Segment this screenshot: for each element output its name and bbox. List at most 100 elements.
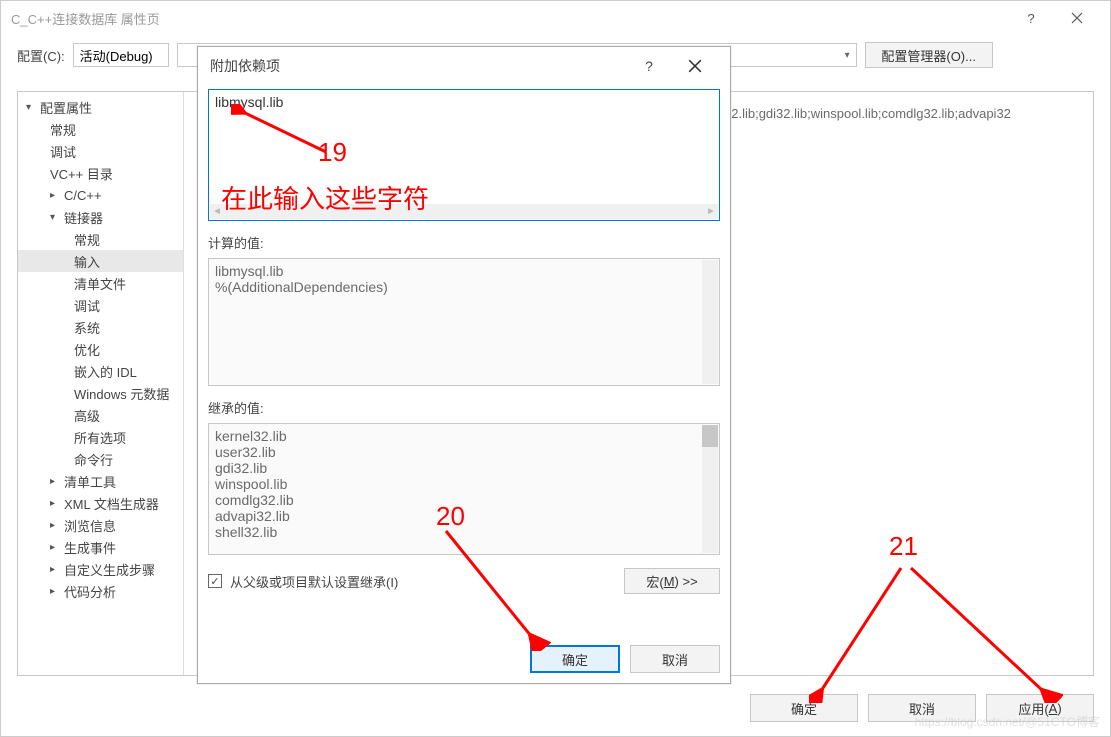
tree-item-label: 优化 (74, 340, 100, 359)
tree-item-label: 生成事件 (64, 538, 116, 557)
triangle-down-icon: ▾ (50, 212, 62, 223)
chevron-down-icon: ▾ (845, 50, 850, 61)
tree-item-label: 代码分析 (64, 582, 116, 601)
h-scrollbar[interactable]: ◄► (210, 204, 718, 219)
main-close-button[interactable] (1054, 1, 1100, 35)
main-ok-button[interactable]: 确定 (750, 694, 858, 722)
close-icon (1071, 12, 1083, 24)
inherit-checkbox-label: 从父级或项目默认设置继承(I) (230, 572, 616, 591)
modal-titlebar: 附加依赖项 ? (198, 47, 730, 85)
tree-item[interactable]: 调试 (18, 294, 183, 316)
tree-item-label: 浏览信息 (64, 516, 116, 535)
modal-body: libmysql.lib ◄► 计算的值: libmysql.lib%(Addi… (198, 85, 730, 635)
tree-item-label: 调试 (74, 296, 100, 315)
tree-item[interactable]: ▸清单工具 (18, 470, 183, 492)
computed-value-line: %(AdditionalDependencies) (215, 279, 713, 295)
modal-help-button[interactable]: ? (626, 50, 672, 82)
modal-close-button[interactable] (672, 50, 718, 82)
additional-deps-value: 32.lib;gdi32.lib;winspool.lib;comdlg32.l… (724, 106, 1011, 121)
tree-item[interactable]: 系统 (18, 316, 183, 338)
tree-item[interactable]: 命令行 (18, 448, 183, 470)
tree-item[interactable]: 高级 (18, 404, 183, 426)
inherited-value-line: gdi32.lib (215, 460, 713, 476)
tree-item[interactable]: 调试 (18, 140, 183, 162)
inherited-values-box: kernel32.libuser32.libgdi32.libwinspool.… (208, 423, 720, 555)
tree-item-label: 常规 (50, 120, 76, 139)
computed-value-line: libmysql.lib (215, 263, 713, 279)
inherit-checkbox[interactable]: ✓ (208, 574, 222, 588)
inherited-value-line: winspool.lib (215, 476, 713, 492)
inherited-label: 继承的值: (208, 398, 720, 417)
close-icon (688, 59, 702, 73)
modal-cancel-button[interactable]: 取消 (630, 645, 720, 673)
tree-item[interactable]: 常规 (18, 118, 183, 140)
additional-deps-dialog: 附加依赖项 ? libmysql.lib ◄► 计算的值: libmysql.l… (197, 46, 731, 684)
inherited-value-line: comdlg32.lib (215, 492, 713, 508)
macro-button[interactable]: 宏(M) >> (624, 568, 720, 594)
inherited-value-line: kernel32.lib (215, 428, 713, 444)
tree-item[interactable]: Windows 元数据 (18, 382, 183, 404)
v-scrollbar[interactable] (702, 260, 718, 384)
property-pages-window: C_C++连接数据库 属性页 ? 配置(C): 活动(Debug) ▾ 配置管理… (0, 0, 1111, 737)
tree-item[interactable]: ▸XML 文档生成器 (18, 492, 183, 514)
tree-item[interactable]: ▸浏览信息 (18, 514, 183, 536)
triangle-right-icon: ▸ (50, 498, 62, 509)
tree-item[interactable]: ▾链接器 (18, 206, 183, 228)
tree-item[interactable]: ▸代码分析 (18, 580, 183, 602)
config-combo-value: 活动(Debug) (80, 46, 162, 65)
tree-item-label: 清单文件 (74, 274, 126, 293)
tree-item-label: 常规 (74, 230, 100, 249)
tree-item-label: 嵌入的 IDL (74, 362, 137, 381)
tree-item-label: 输入 (74, 252, 100, 271)
tree-item-label: Windows 元数据 (74, 384, 169, 403)
tree-item-label: 高级 (74, 406, 100, 425)
tree-item[interactable]: 嵌入的 IDL (18, 360, 183, 382)
main-titlebar: C_C++连接数据库 属性页 ? (1, 1, 1110, 35)
v-scrollbar[interactable] (702, 425, 718, 553)
tree-item-label: 命令行 (74, 450, 113, 469)
triangle-right-icon: ▸ (50, 476, 62, 487)
main-window-title: C_C++连接数据库 属性页 (11, 9, 1008, 28)
tree-item[interactable]: 清单文件 (18, 272, 183, 294)
tree-item[interactable]: 优化 (18, 338, 183, 360)
deps-input-value: libmysql.lib (215, 94, 283, 110)
computed-values-box: libmysql.lib%(AdditionalDependencies) (208, 258, 720, 386)
inherited-value-line: advapi32.lib (215, 508, 713, 524)
tree-item-label: XML 文档生成器 (64, 494, 159, 513)
tree-item-label: 清单工具 (64, 472, 116, 491)
tree-item[interactable]: 输入 (18, 250, 183, 272)
tree-item-label: 链接器 (64, 208, 103, 227)
deps-input[interactable]: libmysql.lib ◄► (208, 89, 720, 221)
watermark: https://blog.csdn.net/@51CTO博客 (915, 713, 1100, 730)
modal-title: 附加依赖项 (210, 56, 626, 76)
triangle-right-icon: ▸ (50, 190, 62, 201)
computed-label: 计算的值: (208, 233, 720, 252)
config-combo[interactable]: 活动(Debug) (73, 43, 169, 67)
tree-item-label: C/C++ (64, 188, 102, 203)
tree-item[interactable]: VC++ 目录 (18, 162, 183, 184)
triangle-right-icon: ▸ (50, 586, 62, 597)
inherited-value-line: shell32.lib (215, 524, 713, 540)
triangle-down-icon: ▾ (26, 102, 38, 113)
tree-item[interactable]: ▸自定义生成步骤 (18, 558, 183, 580)
tree-item-label: VC++ 目录 (50, 164, 113, 183)
modal-ok-button[interactable]: 确定 (530, 645, 620, 673)
inherit-checkbox-row: ✓ 从父级或项目默认设置继承(I) 宏(M) >> (208, 561, 720, 601)
tree-item[interactable]: 所有选项 (18, 426, 183, 448)
tree-item[interactable]: ▸生成事件 (18, 536, 183, 558)
tree-item[interactable]: ▾配置属性 (18, 96, 183, 118)
modal-footer: 确定 取消 (198, 635, 730, 683)
tree-item[interactable]: ▸C/C++ (18, 184, 183, 206)
config-manager-button[interactable]: 配置管理器(O)... (865, 42, 993, 68)
tree-item-label: 系统 (74, 318, 100, 337)
triangle-right-icon: ▸ (50, 564, 62, 575)
tree-item[interactable]: 常规 (18, 228, 183, 250)
tree-item-label: 配置属性 (40, 98, 92, 117)
tree-item-label: 所有选项 (74, 428, 126, 447)
inherited-value-line: user32.lib (215, 444, 713, 460)
config-tree[interactable]: ▾配置属性常规调试VC++ 目录▸C/C++▾链接器常规输入清单文件调试系统优化… (18, 92, 184, 675)
config-label: 配置(C): (17, 46, 65, 65)
main-help-button[interactable]: ? (1008, 1, 1054, 35)
tree-item-label: 调试 (50, 142, 76, 161)
tree-item-label: 自定义生成步骤 (64, 560, 155, 579)
